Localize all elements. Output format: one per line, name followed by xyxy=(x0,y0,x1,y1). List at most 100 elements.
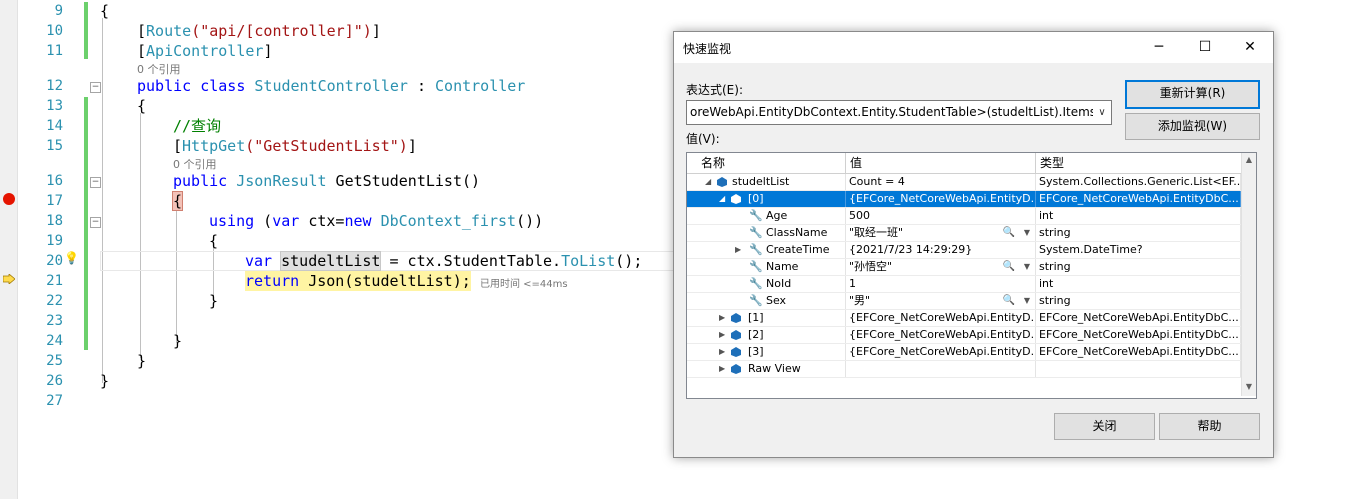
value-cell[interactable]: {EFCore_NetCoreWebApi.EntityD... xyxy=(846,344,1036,360)
breakpoint-icon[interactable] xyxy=(3,193,15,205)
column-header-type[interactable]: 类型 xyxy=(1036,153,1241,173)
magnifier-icon[interactable]: 🔍 xyxy=(1003,225,1015,241)
keyword: return xyxy=(245,272,300,290)
scroll-down-icon[interactable]: ▼ xyxy=(1242,382,1256,391)
keyword: class xyxy=(200,77,246,95)
close-button[interactable]: 关闭 xyxy=(1054,413,1155,440)
help-button[interactable]: 帮助 xyxy=(1159,413,1260,440)
code-line-13[interactable]: { xyxy=(137,96,146,116)
value-text: "孙悟空" xyxy=(849,260,893,273)
tree-row[interactable]: ▶ [2] {EFCore_NetCoreWebApi.EntityD... E… xyxy=(687,327,1241,344)
code-line-25[interactable]: } xyxy=(137,351,146,371)
expression: Json(studeltList); xyxy=(299,272,471,290)
collapsed-arrow-icon[interactable]: ▶ xyxy=(719,310,725,326)
tree-row[interactable]: ◢ studeltList Count = 4 System.Collectio… xyxy=(687,174,1241,191)
expanded-arrow-icon[interactable]: ◢ xyxy=(705,174,711,190)
indicator-margin[interactable] xyxy=(0,0,18,499)
tree-row[interactable]: 🔧 Age 500 int xyxy=(687,208,1241,225)
codelens-references[interactable]: 0 个引用 xyxy=(173,156,217,172)
magnifier-icon[interactable]: 🔍 xyxy=(1003,259,1015,275)
value-cell[interactable]: "孙悟空" 🔍 ▼ xyxy=(846,259,1036,275)
code-line-17[interactable]: { xyxy=(171,191,184,211)
punctuation: (); xyxy=(615,252,643,270)
collapsed-arrow-icon[interactable]: ▶ xyxy=(719,361,725,377)
tree-row[interactable]: 🔧 Name "孙悟空" 🔍 ▼ string xyxy=(687,259,1241,276)
dialog-titlebar[interactable]: 快速监视 ─ ☐ ✕ xyxy=(674,32,1273,63)
close-window-button[interactable]: ✕ xyxy=(1227,32,1273,63)
code-line-14[interactable]: //查询 xyxy=(173,116,221,136)
chevron-down-icon[interactable]: ▼ xyxy=(1024,225,1030,241)
value-cell[interactable]: 1 xyxy=(846,276,1036,292)
code-line-11[interactable]: [ApiController] xyxy=(137,41,272,61)
property-wrench-icon: 🔧 xyxy=(749,260,763,273)
collapsed-arrow-icon[interactable]: ▶ xyxy=(735,242,741,258)
value-cell[interactable]: "取经一班" 🔍 ▼ xyxy=(846,225,1036,241)
tree-row[interactable]: ▶ 🔧 CreateTime {2021/7/23 14:29:29} Syst… xyxy=(687,242,1241,259)
lightbulb-icon[interactable]: 💡 xyxy=(64,251,79,265)
type-cell: EFCore_NetCoreWebApi.EntityDbC... xyxy=(1036,327,1241,343)
tree-row[interactable]: 🔧 ClassName "取经一班" 🔍 ▼ string xyxy=(687,225,1241,242)
property-wrench-icon: 🔧 xyxy=(749,209,763,222)
attribute-name: HttpGet xyxy=(182,137,246,155)
code-line-12[interactable]: public class StudentController : Control… xyxy=(137,76,525,96)
tree-row[interactable]: 🔧 Sex "男" 🔍 ▼ string xyxy=(687,293,1241,310)
value-cell[interactable]: {EFCore_NetCoreWebApi.EntityD... xyxy=(846,191,1036,207)
type-cell: System.DateTime? xyxy=(1036,242,1241,258)
chevron-down-icon[interactable]: ▼ xyxy=(1024,293,1030,309)
code-line-22[interactable]: } xyxy=(209,291,218,311)
property-wrench-icon: 🔧 xyxy=(749,243,763,256)
collapsed-arrow-icon[interactable]: ▶ xyxy=(719,344,725,360)
type-cell: int xyxy=(1036,208,1241,224)
chevron-down-icon[interactable]: ▼ xyxy=(1024,259,1030,275)
vertical-scrollbar[interactable]: ▲ ▼ xyxy=(1241,153,1256,396)
tree-row[interactable]: 🔧 NoId 1 int xyxy=(687,276,1241,293)
tree-row[interactable]: ▶ Raw View xyxy=(687,361,1241,378)
code-line-15[interactable]: [HttpGet("GetStudentList")] xyxy=(173,136,417,156)
codelens-references[interactable]: 0 个引用 xyxy=(137,61,181,77)
value-cell[interactable]: {2021/7/23 14:29:29} xyxy=(846,242,1036,258)
chevron-down-icon[interactable]: ∨ xyxy=(1093,101,1111,124)
name-cell: ◢ [0] xyxy=(687,191,846,207)
expanded-arrow-icon[interactable]: ◢ xyxy=(719,191,725,207)
add-watch-button[interactable]: 添加监视(W) xyxy=(1125,113,1260,140)
code-line-24[interactable]: } xyxy=(173,331,182,351)
perftip-elapsed[interactable]: 已用时间 <=44ms xyxy=(480,275,568,290)
scroll-up-icon[interactable]: ▲ xyxy=(1242,155,1256,164)
brace: { xyxy=(171,191,184,211)
expression-value[interactable]: oreWebApi.EntityDbContext.Entity.Student… xyxy=(690,105,1111,119)
type-cell: EFCore_NetCoreWebApi.EntityDbC... xyxy=(1036,191,1241,207)
code-line-20[interactable]: var studeltList = ctx.StudentTable.ToLis… xyxy=(245,251,642,271)
code-line-21[interactable]: return Json(studeltList); xyxy=(245,271,471,291)
collapse-icon[interactable]: − xyxy=(90,177,101,188)
code-line-26[interactable]: } xyxy=(100,371,109,391)
tree-row[interactable]: ▶ [3] {EFCore_NetCoreWebApi.EntityD... E… xyxy=(687,344,1241,361)
code-line-16[interactable]: public JsonResult GetStudentList() xyxy=(173,171,480,191)
code-line-18[interactable]: using (var ctx=new DbContext_first()) xyxy=(209,211,543,231)
value-cell[interactable]: {EFCore_NetCoreWebApi.EntityD... xyxy=(846,327,1036,343)
code-line-9[interactable]: { xyxy=(100,1,109,21)
magnifier-icon[interactable]: 🔍 xyxy=(1003,293,1015,309)
value-cell[interactable]: {EFCore_NetCoreWebApi.EntityD... xyxy=(846,310,1036,326)
value-tree-grid[interactable]: 名称 值 类型 ◢ studeltList Count = 4 System.C… xyxy=(686,152,1257,399)
value-cell[interactable]: Count = 4 xyxy=(846,174,1036,190)
value-cell[interactable]: "男" 🔍 ▼ xyxy=(846,293,1036,309)
keyword: new xyxy=(344,212,372,230)
code-line-10[interactable]: [Route("api/[controller]")] xyxy=(137,21,381,41)
code-line-19[interactable]: { xyxy=(209,231,218,251)
expression-combobox[interactable]: oreWebApi.EntityDbContext.Entity.Student… xyxy=(686,100,1112,125)
maximize-button[interactable]: ☐ xyxy=(1182,32,1228,63)
column-header-name[interactable]: 名称 xyxy=(687,153,846,173)
value-cell[interactable]: 500 xyxy=(846,208,1036,224)
name-cell: ◢ studeltList xyxy=(687,174,846,190)
column-header-value[interactable]: 值 xyxy=(846,153,1036,173)
collapse-icon[interactable]: − xyxy=(90,217,101,228)
collapse-icon[interactable]: − xyxy=(90,82,101,93)
tree-row[interactable]: ▶ [1] {EFCore_NetCoreWebApi.EntityD... E… xyxy=(687,310,1241,327)
brace: } xyxy=(100,372,110,390)
bracket: ] xyxy=(263,42,273,60)
recalculate-button[interactable]: 重新计算(R) xyxy=(1125,80,1260,109)
tree-row-selected[interactable]: ◢ [0] {EFCore_NetCoreWebApi.EntityD... E… xyxy=(687,191,1241,208)
value-cell[interactable] xyxy=(846,361,1036,377)
minimize-button[interactable]: ─ xyxy=(1136,32,1182,63)
collapsed-arrow-icon[interactable]: ▶ xyxy=(719,327,725,343)
